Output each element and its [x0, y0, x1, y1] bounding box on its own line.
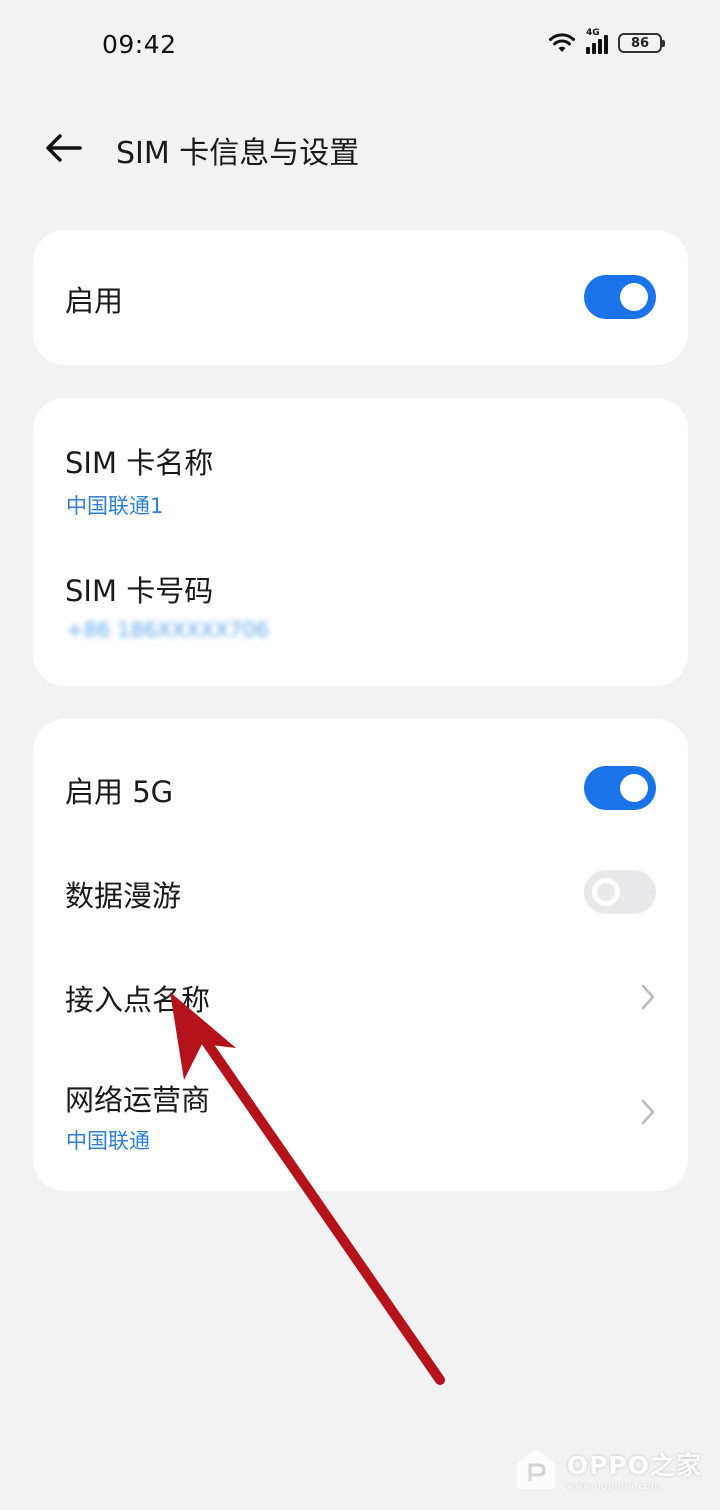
network-type-label: 4G [586, 28, 600, 38]
page-title: SIM 卡信息与设置 [116, 136, 360, 171]
wifi-icon [548, 32, 576, 54]
back-button[interactable] [40, 128, 88, 168]
sim-name-value: 中国联通1 [66, 494, 164, 518]
enable-sim-toggle[interactable] [584, 275, 656, 319]
data-roaming-row[interactable]: 数据漫游 [33, 841, 688, 945]
operator-value: 中国联通 [66, 1129, 150, 1153]
app-header: SIM 卡信息与设置 [0, 110, 720, 186]
chevron-right-icon [641, 984, 655, 1010]
enable-5g-toggle[interactable] [584, 766, 656, 810]
enable-5g-row[interactable]: 启用 5G [33, 737, 688, 841]
sim-name-row[interactable]: SIM 卡名称 中国联通1 [33, 398, 688, 538]
sim-name-label: SIM 卡名称 [65, 446, 214, 480]
operator-row[interactable]: 网络运营商 中国联通 [33, 1049, 688, 1191]
battery-icon: 86 [618, 33, 665, 53]
status-bar: 09:42 4G 86 [0, 0, 720, 92]
battery-level: 86 [630, 35, 650, 51]
enable-5g-label: 启用 5G [65, 775, 174, 809]
watermark-title: OPPO之家 [566, 1451, 702, 1480]
apn-label: 接入点名称 [65, 983, 211, 1017]
sim-number-value: +86 186XXXXX706 [66, 618, 270, 642]
enable-row[interactable]: 启用 [33, 230, 688, 365]
status-icons: 4G 86 [548, 28, 665, 54]
operator-label: 网络运营商 [65, 1083, 211, 1117]
data-roaming-label: 数据漫游 [65, 879, 182, 913]
sim-number-row[interactable]: SIM 卡号码 +86 186XXXXX706 [33, 538, 688, 686]
status-time: 09:42 [102, 30, 177, 59]
enable-card: 启用 [33, 230, 688, 365]
apn-row[interactable]: 接入点名称 [33, 945, 688, 1049]
sim-info-card: SIM 卡名称 中国联通1 SIM 卡号码 +86 186XXXXX706 [33, 398, 688, 686]
data-roaming-toggle[interactable] [584, 870, 656, 914]
watermark: OPPO之家 www.oppojia.com [515, 1446, 702, 1492]
sim-number-label: SIM 卡号码 [65, 574, 214, 608]
arrow-left-icon [46, 134, 82, 162]
chevron-right-icon [641, 1099, 655, 1125]
signal-icon: 4G [586, 28, 608, 54]
watermark-url: www.oppojia.com [566, 1482, 661, 1492]
enable-label: 启用 [65, 284, 124, 318]
network-card: 启用 5G 数据漫游 接入点名称 网络运营商 中国联通 [33, 719, 688, 1191]
house-logo-icon [516, 1449, 555, 1489]
